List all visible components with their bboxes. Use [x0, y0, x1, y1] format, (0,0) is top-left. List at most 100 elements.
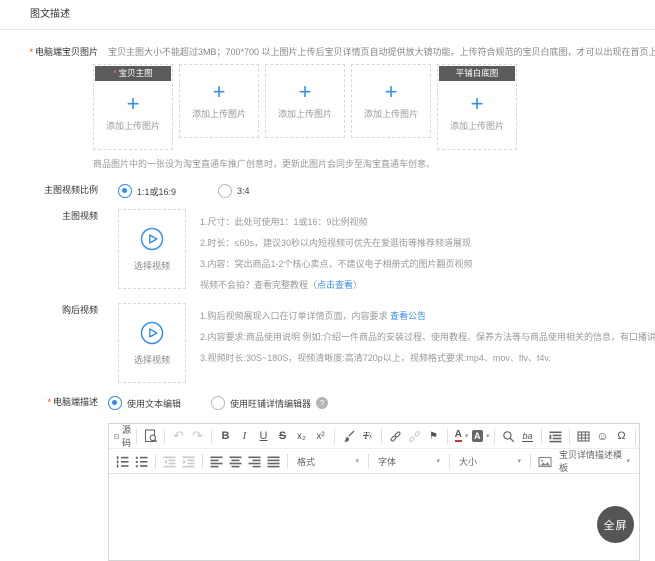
bullet-list-button[interactable] [133, 451, 150, 471]
announcement-link[interactable]: 查看公告 [390, 311, 426, 321]
replace-icon: ba [522, 431, 532, 442]
toolbar-separator [447, 429, 448, 444]
toolbar-separator [569, 429, 570, 444]
align-left-button[interactable] [208, 451, 225, 471]
ordered-list-button[interactable] [114, 451, 131, 471]
radio-selected-icon [108, 396, 122, 410]
hint-line: 2.时长：≤60s，建议30秒以内短视频可优先在爱逛街等推荐频道展现 [200, 233, 473, 254]
align-center-icon [229, 455, 242, 468]
upload-boxes: *宝贝主图 + 添加上传图片 + 添加上传图片 + 添加上传图片 + 添加上传图… [93, 64, 655, 150]
upload-label: 添加上传图片 [450, 119, 504, 132]
underline-button[interactable]: U [255, 426, 272, 446]
main-video-label: 主图视频 [0, 209, 108, 223]
unlink-button[interactable] [406, 426, 423, 446]
ordered-list-icon [116, 455, 129, 468]
align-right-button[interactable] [246, 451, 263, 471]
toolbar-separator [202, 454, 203, 469]
align-right-icon [248, 455, 261, 468]
rich-text-editor: 源码 ↶ ↷ B I U S x₂ x² Tx [108, 423, 640, 561]
replace-button[interactable]: ba [519, 426, 536, 446]
bold-button[interactable]: B [217, 426, 234, 446]
toolbar-separator [155, 454, 156, 469]
subscript-button[interactable]: x₂ [293, 426, 310, 446]
link-button[interactable] [387, 426, 404, 446]
upload-label: 添加上传图片 [192, 107, 246, 120]
chevron-down-icon: ▾ [517, 457, 521, 465]
find-button[interactable] [500, 426, 517, 446]
desc-option-text-editor[interactable]: 使用文本编辑 [108, 396, 181, 410]
main-image-badge: *宝贝主图 [95, 66, 171, 81]
editor-toolbar-row-1: 源码 ↶ ↷ B I U S x₂ x² Tx [109, 424, 639, 449]
remove-format-button[interactable]: Tx [359, 426, 376, 446]
radio-icon [211, 396, 225, 410]
background-color-button[interactable]: A ▾ [472, 426, 489, 446]
chevron-down-icon: ▾ [436, 457, 440, 465]
table-button[interactable] [575, 426, 592, 446]
ratio-option-1-1-16-9[interactable]: 1:1或16:9 [118, 184, 176, 198]
indent-button[interactable] [180, 451, 197, 471]
hint-line: 2.内容要求:商品使用说明 例如:介绍一件商品的安装过程、使用教程、保养方法等与… [200, 327, 655, 348]
whitebg-badge: 平铺白底图 [439, 66, 515, 81]
emoticon-button[interactable]: ☺ [594, 426, 611, 446]
align-left-icon [210, 455, 223, 468]
toolbar-separator [287, 454, 288, 469]
ratio-option-3-4[interactable]: 3:4 [218, 184, 250, 198]
toolbar-separator [530, 454, 531, 469]
insert-image-button[interactable] [536, 451, 553, 471]
upload-box-main[interactable]: *宝贝主图 + 添加上传图片 [93, 64, 173, 150]
pc-images-label: *电脑端宝贝图片 [0, 45, 108, 59]
plus-icon: + [299, 82, 312, 102]
special-char-button[interactable]: Ω [613, 426, 630, 446]
source-code-button[interactable]: 源码 [114, 426, 131, 446]
play-icon [139, 226, 165, 252]
table-icon [577, 430, 590, 443]
font-select[interactable]: 字体 ▾ [373, 451, 445, 471]
size-select[interactable]: 大小 ▾ [454, 451, 526, 471]
radio-icon [218, 184, 232, 198]
play-icon [139, 320, 165, 346]
redo-button[interactable]: ↷ [189, 426, 206, 446]
chevron-down-icon: ▾ [626, 457, 630, 465]
after-video-select-box[interactable]: 选择视频 [118, 303, 186, 383]
outdent-button[interactable] [161, 451, 178, 471]
chevron-down-icon: ▾ [355, 457, 359, 465]
preview-button[interactable] [142, 426, 159, 446]
upload-box-2[interactable]: + 添加上传图片 [179, 64, 259, 138]
detail-template-select[interactable]: 宝贝详情描述模板 ▾ [554, 451, 635, 471]
main-video-select-box[interactable]: 选择视频 [118, 209, 186, 289]
help-icon[interactable]: ? [316, 397, 328, 409]
select-video-label: 选择视频 [134, 259, 170, 272]
editor-content[interactable] [109, 474, 639, 560]
italic-button[interactable]: I [236, 426, 253, 446]
blockquote-button[interactable] [547, 426, 564, 446]
format-painter-button[interactable] [340, 426, 357, 446]
anchor-flag-button[interactable]: ⚑ [425, 426, 442, 446]
after-video-hints: 1.购后视频展现入口在订单详情页面，内容要求 查看公告 2.内容要求:商品使用说… [200, 303, 655, 369]
desc-option-wangpu-editor[interactable]: 使用旺铺详情编辑器 ? [211, 396, 328, 410]
tutorial-link[interactable]: 点击查看 [317, 280, 353, 290]
undo-button[interactable]: ↶ [170, 426, 187, 446]
toolbar-separator [368, 454, 369, 469]
main-video-hints: 1.尺寸：此处可使用1：1或16：9比例视频 2.时长：≤60s，建议30秒以内… [200, 209, 473, 296]
upload-label: 添加上传图片 [106, 119, 160, 132]
upload-box-3[interactable]: + 添加上传图片 [265, 64, 345, 138]
search-icon [502, 430, 515, 443]
plus-icon: + [127, 94, 140, 114]
format-select[interactable]: 格式 ▾ [292, 451, 364, 471]
strikethrough-button[interactable]: S [274, 426, 291, 446]
align-justify-button[interactable] [265, 451, 282, 471]
blockquote-icon [549, 430, 562, 443]
chevron-down-icon: ▾ [486, 432, 490, 440]
text-color-button[interactable]: A ▾ [453, 426, 470, 446]
upload-box-4[interactable]: + 添加上传图片 [351, 64, 431, 138]
superscript-button[interactable]: x² [312, 426, 329, 446]
after-video-label: 购后视频 [0, 303, 108, 317]
upload-box-whitebg[interactable]: 平铺白底图 + 添加上传图片 [437, 64, 517, 150]
align-center-button[interactable] [227, 451, 244, 471]
toolbar-separator [164, 429, 165, 444]
editor-toolbar-row-2: 格式 ▾ 字体 ▾ 大小 ▾ 宝贝详情描述模板 ▾ [109, 449, 639, 474]
pc-desc-label: *电脑端描述 [0, 395, 108, 409]
plus-icon: + [385, 82, 398, 102]
fullscreen-button[interactable]: 全屏 [597, 506, 634, 543]
plus-icon: + [471, 94, 484, 114]
